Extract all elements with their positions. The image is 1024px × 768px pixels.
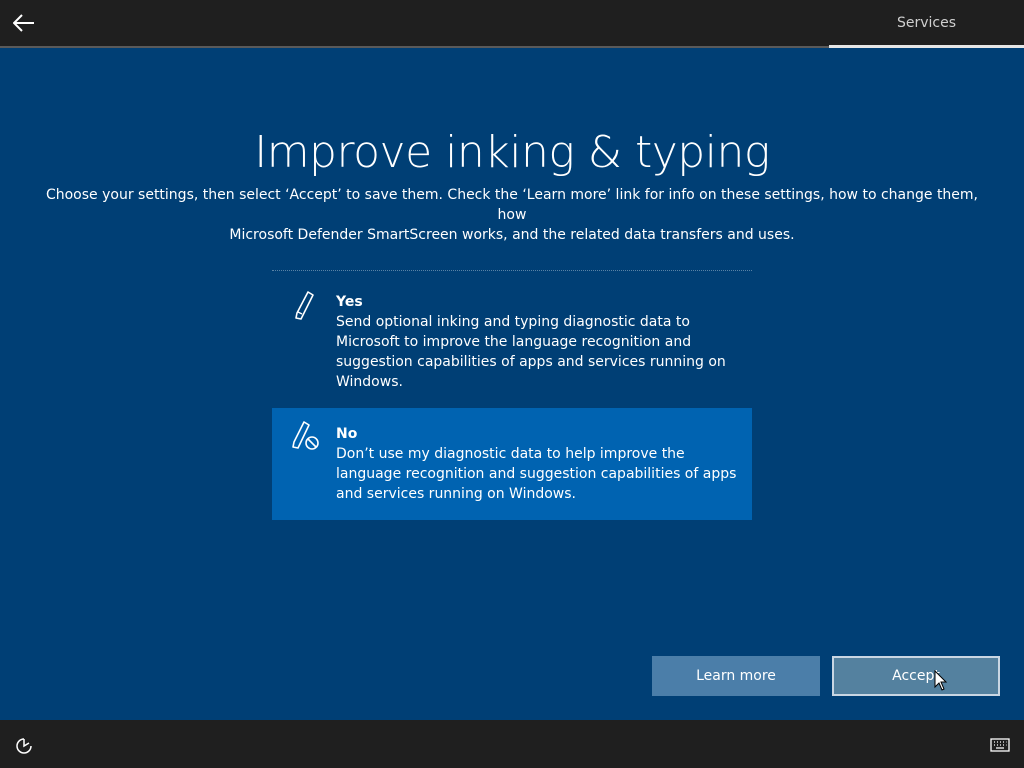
option-yes-description: Send optional inking and typing diagnost… [336, 314, 726, 390]
subtitle-line-2: Microsoft Defender SmartScreen works, an… [229, 227, 795, 243]
page-title: Improve inking & typing [254, 127, 770, 178]
learn-more-button[interactable]: Learn more [652, 656, 820, 696]
back-button[interactable] [10, 9, 38, 37]
bottom-bar [0, 720, 1024, 768]
option-yes[interactable]: Yes Send optional inking and typing diag… [272, 280, 752, 400]
pen-blocked-icon [292, 421, 319, 450]
ease-of-access-icon[interactable] [14, 736, 34, 756]
option-no-description: Don’t use my diagnostic data to help imp… [336, 446, 737, 502]
page-subtitle: Choose your settings, then select ‘Accep… [40, 185, 984, 245]
keyboard-icon[interactable] [990, 738, 1010, 752]
subtitle-line-1: Choose your settings, then select ‘Accep… [45, 187, 979, 223]
option-no-title: No [336, 426, 358, 442]
section-label: Services [896, 15, 957, 31]
pen-icon [295, 291, 314, 320]
options-separator [272, 270, 752, 271]
section-underline [829, 45, 1024, 48]
accept-button[interactable]: Accept [832, 656, 1000, 696]
back-arrow-icon [13, 14, 34, 32]
mouse-cursor-icon [934, 670, 948, 691]
top-bar: Services [0, 0, 1024, 48]
option-yes-title: Yes [336, 294, 363, 310]
option-no[interactable]: No Don’t use my diagnostic data to help … [272, 408, 752, 520]
